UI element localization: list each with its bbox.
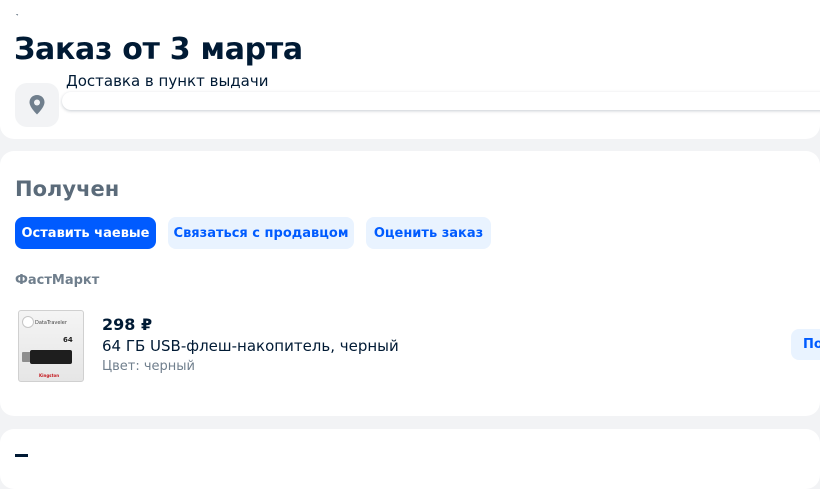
leave-tip-button[interactable]: Оставить чаевые bbox=[15, 217, 156, 249]
delivery-type-label: Доставка в пункт выдачи bbox=[66, 72, 269, 90]
package-capacity: 64 bbox=[63, 336, 73, 344]
product-thumbnail[interactable]: DataTraveler 64 Kingston bbox=[15, 308, 85, 382]
item-action-button[interactable]: По bbox=[791, 329, 820, 360]
order-header-card bbox=[0, 0, 820, 139]
usb-drive-shape bbox=[30, 350, 72, 364]
package-brand: Kingston bbox=[39, 373, 60, 378]
package-hang-hole bbox=[22, 316, 34, 328]
rate-order-button[interactable]: Оценить заказ bbox=[366, 217, 491, 249]
order-status-title: Получен bbox=[15, 177, 120, 201]
back-link[interactable]: ← bbox=[14, 14, 124, 20]
product-name-link[interactable]: 64 ГБ USB-флеш-накопитель, черный bbox=[102, 337, 399, 355]
product-color: Цвет: черный bbox=[102, 359, 195, 374]
page-title: Заказ от 3 марта bbox=[14, 32, 303, 67]
next-section-card bbox=[0, 429, 820, 489]
location-icon-box bbox=[15, 83, 59, 127]
order-status-card bbox=[0, 151, 820, 416]
package-label: DataTraveler bbox=[35, 320, 67, 326]
seller-name[interactable]: ФастМаркт bbox=[15, 273, 99, 288]
contact-seller-button[interactable]: Связаться с продавцом bbox=[168, 217, 354, 249]
delivery-address-field[interactable] bbox=[62, 92, 820, 110]
item-price: 298 ₽ bbox=[102, 315, 153, 334]
next-section-heading bbox=[15, 454, 33, 461]
map-pin-icon bbox=[29, 95, 45, 115]
